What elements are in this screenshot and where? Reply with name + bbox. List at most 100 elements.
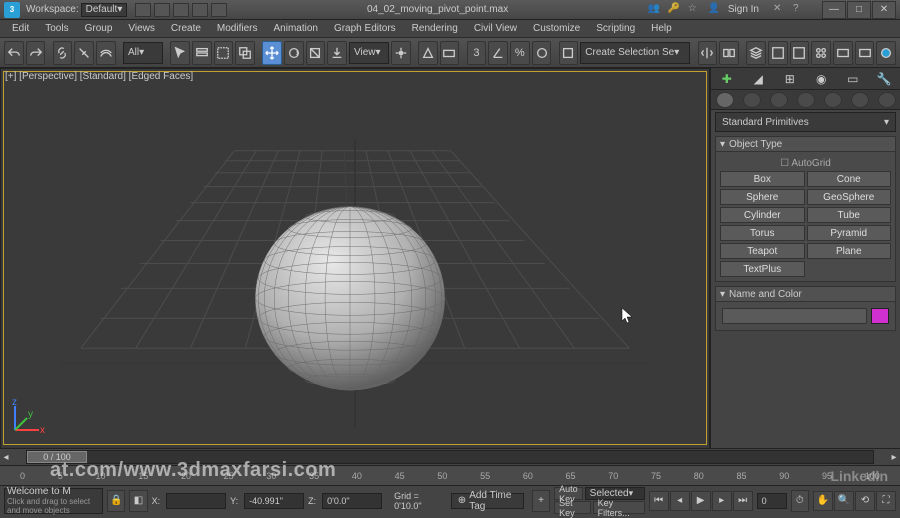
menu-customize[interactable]: Customize [525, 23, 588, 34]
lights-subtab[interactable] [770, 92, 788, 108]
link-button[interactable] [53, 41, 73, 65]
window-crossing-button[interactable] [235, 41, 255, 65]
menu-group[interactable]: Group [77, 23, 121, 34]
motion-tab[interactable]: ◉ [812, 70, 830, 88]
menu-edit[interactable]: Edit [4, 23, 37, 34]
edit-named-button[interactable] [559, 41, 579, 65]
selection-filter-dropdown[interactable]: All ▾ [123, 42, 163, 64]
ref-coord-dropdown[interactable]: View ▾ [349, 42, 389, 64]
menu-civilview[interactable]: Civil View [466, 23, 525, 34]
cameras-subtab[interactable] [797, 92, 815, 108]
scale-button[interactable] [306, 41, 326, 65]
box-button[interactable]: Box [720, 171, 805, 187]
signin-link[interactable]: Sign In [728, 4, 759, 15]
z-coord-input[interactable]: 0'0.0" [322, 493, 382, 509]
setkey-button[interactable]: Set Key [554, 501, 591, 514]
user-icon[interactable]: 👤 [708, 3, 722, 17]
goto-end-button[interactable]: ⏭ [733, 491, 753, 511]
menu-tools[interactable]: Tools [37, 23, 76, 34]
textplus-button[interactable]: TextPlus [720, 261, 805, 277]
maximize-button[interactable]: □ [847, 1, 871, 19]
systems-subtab[interactable] [878, 92, 896, 108]
menu-create[interactable]: Create [163, 23, 209, 34]
open-icon[interactable] [154, 3, 170, 17]
cylinder-button[interactable]: Cylinder [720, 207, 805, 223]
time-config-button[interactable]: ⏱ [791, 490, 809, 512]
close-button[interactable]: ✕ [872, 1, 896, 19]
menu-scripting[interactable]: Scripting [588, 23, 643, 34]
vp-orbit-button[interactable]: ⟲ [855, 491, 875, 511]
redo-icon[interactable] [211, 3, 227, 17]
menu-grapheditors[interactable]: Graph Editors [326, 23, 404, 34]
group-icon[interactable]: 👥 [648, 3, 662, 17]
goto-start-button[interactable]: ⏮ [649, 491, 669, 511]
autogrid-checkbox[interactable]: ☐ AutoGrid [720, 156, 891, 171]
percent-snap-button[interactable]: % [510, 41, 530, 65]
key-icon[interactable]: 🔑 [668, 3, 682, 17]
create-tab[interactable]: ✚ [718, 70, 736, 88]
menu-animation[interactable]: Animation [265, 23, 325, 34]
minimize-button[interactable]: — [822, 1, 846, 19]
y-coord-input[interactable]: -40.991" [244, 493, 304, 509]
rotate-button[interactable] [284, 41, 304, 65]
move-button[interactable] [262, 41, 282, 65]
helpers-subtab[interactable] [824, 92, 842, 108]
help-icon[interactable]: ? [793, 3, 807, 17]
menu-help[interactable]: Help [643, 23, 680, 34]
shapes-subtab[interactable] [743, 92, 761, 108]
render-setup-button[interactable] [833, 41, 853, 65]
viewport-label[interactable]: [+] [Perspective] [Standard] [Edged Face… [5, 71, 193, 82]
schematic-button[interactable] [790, 41, 810, 65]
object-name-input[interactable] [722, 308, 867, 324]
mirror-button[interactable] [698, 41, 718, 65]
spinner-snap-button[interactable] [532, 41, 552, 65]
keyboard-button[interactable] [440, 41, 460, 65]
object-type-rollout-header[interactable]: ▾ Object Type [715, 136, 896, 152]
set-key-button[interactable]: + [532, 490, 550, 512]
cone-button[interactable]: Cone [807, 171, 892, 187]
keyfilters-button[interactable]: Key Filters... [593, 501, 645, 514]
name-color-rollout-header[interactable]: ▾ Name and Color [715, 286, 896, 302]
material-button[interactable] [811, 41, 831, 65]
vp-zoom-button[interactable]: 🔍 [834, 491, 854, 511]
undo-icon[interactable] [192, 3, 208, 17]
add-time-tag-button[interactable]: ⊕Add Time Tag [451, 493, 524, 509]
vp-max-button[interactable]: ⛶ [876, 491, 896, 511]
vp-pan-button[interactable]: ✋ [813, 491, 833, 511]
timeline-prev-icon[interactable]: ◂ [0, 452, 12, 463]
named-selection-dropdown[interactable]: Create Selection Se ▾ [580, 42, 690, 64]
display-tab[interactable]: ▭ [844, 70, 862, 88]
viewport[interactable]: [+] [Perspective] [Standard] [Edged Face… [0, 68, 710, 448]
snap-button[interactable]: 3 [467, 41, 487, 65]
select-name-button[interactable] [192, 41, 212, 65]
current-frame-input[interactable]: 0 [757, 493, 787, 509]
new-icon[interactable] [135, 3, 151, 17]
plane-button[interactable]: Plane [807, 243, 892, 259]
save-icon[interactable] [173, 3, 189, 17]
tube-button[interactable]: Tube [807, 207, 892, 223]
sphere-button[interactable]: Sphere [720, 189, 805, 205]
lock-selection-button[interactable]: 🔒 [107, 490, 125, 512]
bind-button[interactable] [96, 41, 116, 65]
layer-button[interactable] [746, 41, 766, 65]
next-frame-button[interactable]: ▸ [712, 491, 732, 511]
render-frame-button[interactable] [855, 41, 875, 65]
manipulate-button[interactable] [418, 41, 438, 65]
spacewarps-subtab[interactable] [851, 92, 869, 108]
unlink-button[interactable] [74, 41, 94, 65]
menu-views[interactable]: Views [120, 23, 163, 34]
x-coord-input[interactable] [166, 493, 226, 509]
render-button[interactable] [876, 41, 896, 65]
star-icon[interactable]: ☆ [688, 3, 702, 17]
torus-button[interactable]: Torus [720, 225, 805, 241]
primitive-category-dropdown[interactable]: Standard Primitives▾ [715, 112, 896, 132]
geosphere-button[interactable]: GeoSphere [807, 189, 892, 205]
isolate-button[interactable]: ◧ [129, 490, 147, 512]
geometry-subtab[interactable] [716, 92, 734, 108]
select-object-button[interactable] [170, 41, 190, 65]
align-button[interactable] [719, 41, 739, 65]
teapot-button[interactable]: Teapot [720, 243, 805, 259]
placement-button[interactable] [327, 41, 347, 65]
workspace-dropdown[interactable]: Default ▾ [81, 3, 128, 17]
timeline-next-icon[interactable]: ▸ [888, 452, 900, 463]
